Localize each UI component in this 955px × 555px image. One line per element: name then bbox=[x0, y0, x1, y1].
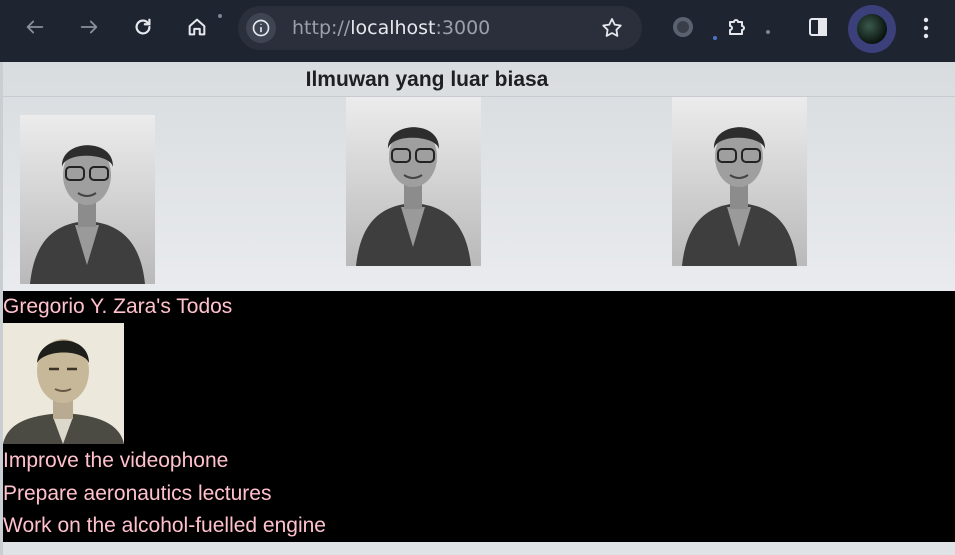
gallery-section: Ilmuwan yang luar biasa bbox=[3, 62, 955, 291]
site-info-button[interactable] bbox=[246, 13, 276, 43]
scientist-portrait bbox=[20, 115, 155, 284]
address-bar[interactable]: http://localhost:3000 bbox=[238, 6, 642, 50]
bookmark-star-icon[interactable] bbox=[600, 16, 624, 40]
extension-circle-button[interactable] bbox=[668, 12, 698, 42]
arrow-left-icon bbox=[26, 20, 44, 34]
portrait-image bbox=[3, 323, 124, 444]
back-button[interactable] bbox=[20, 12, 50, 42]
extensions-button[interactable] bbox=[722, 12, 752, 42]
gallery-title: Ilmuwan yang luar biasa bbox=[305, 68, 549, 91]
scientist-portrait bbox=[672, 97, 807, 266]
todo-item: Improve the videophone bbox=[3, 449, 229, 472]
todos-heading: Gregorio Y. Zara's Todos bbox=[3, 295, 233, 318]
url-host: localhost bbox=[350, 17, 436, 39]
record-icon bbox=[673, 17, 693, 37]
todo-item: Work on the alcohol-fuelled engine bbox=[3, 514, 326, 537]
forward-button[interactable] bbox=[74, 12, 104, 42]
info-icon bbox=[252, 19, 270, 37]
side-panel-button[interactable] bbox=[803, 12, 833, 42]
url-port: :3000 bbox=[435, 17, 491, 39]
reload-icon bbox=[135, 18, 151, 35]
decor-dot bbox=[713, 36, 717, 40]
browser-toolbar: http://localhost:3000 bbox=[0, 0, 955, 64]
kebab-menu-icon[interactable] bbox=[914, 14, 938, 42]
zara-portrait bbox=[3, 323, 124, 444]
side-panel-icon bbox=[809, 18, 827, 36]
page-content: Ilmuwan yang luar biasa Gregorio Y. Zara… bbox=[0, 62, 955, 555]
url-scheme: http:// bbox=[292, 17, 351, 39]
portrait-image bbox=[346, 97, 481, 266]
todo-item: Prepare aeronautics lectures bbox=[3, 482, 272, 505]
decor-dot bbox=[766, 30, 770, 34]
home-icon bbox=[188, 18, 206, 36]
portrait-image bbox=[672, 97, 807, 266]
url-text[interactable]: http://localhost:3000 bbox=[292, 6, 490, 50]
decor-dot bbox=[218, 14, 222, 18]
scientist-portrait bbox=[346, 97, 481, 266]
portrait-image bbox=[20, 115, 155, 284]
todos-section: Gregorio Y. Zara's Todos Improve the vid… bbox=[3, 291, 955, 542]
home-button[interactable] bbox=[182, 12, 212, 42]
profile-avatar-button[interactable] bbox=[848, 5, 896, 53]
arrow-right-icon bbox=[80, 20, 98, 34]
puzzle-icon bbox=[729, 19, 745, 35]
avatar bbox=[857, 14, 887, 44]
reload-button[interactable] bbox=[128, 12, 158, 42]
